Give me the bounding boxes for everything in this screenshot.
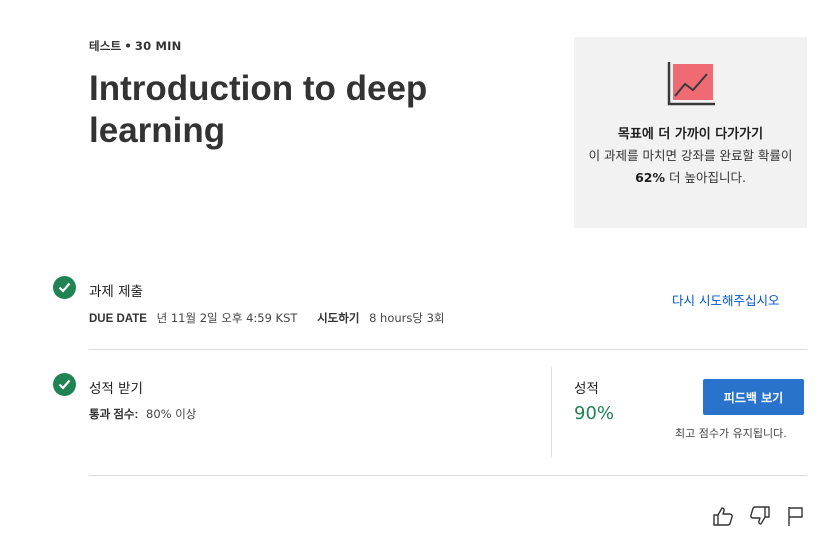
due-date-value: 년 11월 2일 오후 4:59 KST (156, 311, 298, 325)
retry-link[interactable]: 다시 시도해주십시오 (672, 290, 779, 309)
passing-score: 통과 점수: 80% 이상 (89, 406, 196, 422)
view-feedback-button[interactable]: 피드백 보기 (703, 379, 804, 415)
check-circle-icon (53, 373, 76, 396)
goal-heading: 목표에 더 가까이 다가가기 (617, 127, 764, 142)
chart-trend-icon (667, 62, 717, 108)
submission-meta: DUE DATE 년 11월 2일 오후 4:59 KST 시도하기 8 hou… (89, 310, 445, 326)
divider (89, 349, 807, 350)
grade-label: 성적 (574, 381, 599, 397)
item-type: 테스트 (89, 39, 122, 53)
submission-title: 과제 제출 (89, 284, 143, 300)
goal-description: 이 과제를 마치면 강좌를 완료할 확률이 62% 더 높아집니다. (588, 145, 793, 189)
attempts-label: 시도하기 (317, 313, 360, 325)
passing-score-label: 통과 점수: (89, 409, 139, 421)
goal-card: 목표에 더 가까이 다가가기 이 과제를 마치면 강좌를 완료할 확률이 62%… (574, 37, 807, 228)
divider (89, 475, 807, 476)
goal-text-before: 이 과제를 마치면 강좌를 완료할 확률이 (588, 148, 793, 163)
thumbs-up-icon[interactable] (712, 505, 734, 527)
check-circle-icon (53, 276, 76, 299)
goal-text-after: 더 높아집니다. (665, 170, 746, 185)
vertical-divider (551, 367, 552, 457)
highest-score-note: 최고 점수가 유지됩니다. (675, 427, 787, 440)
goal-percentage: 62% (635, 170, 665, 185)
grade-section-title: 성적 받기 (89, 381, 143, 397)
meta-separator: • (124, 39, 132, 53)
flag-icon[interactable] (786, 505, 808, 527)
passing-score-value: 80% 이상 (146, 407, 197, 421)
due-date-label: DUE DATE (89, 313, 147, 325)
item-meta: 테스트 • 30 MIN (89, 38, 181, 54)
thumbs-down-icon[interactable] (749, 505, 771, 527)
grade-value: 90% (574, 403, 615, 424)
attempts-value: 8 hours당 3회 (369, 311, 445, 325)
item-duration: 30 MIN (134, 39, 182, 53)
page-title: Introduction to deep learning (89, 69, 428, 150)
